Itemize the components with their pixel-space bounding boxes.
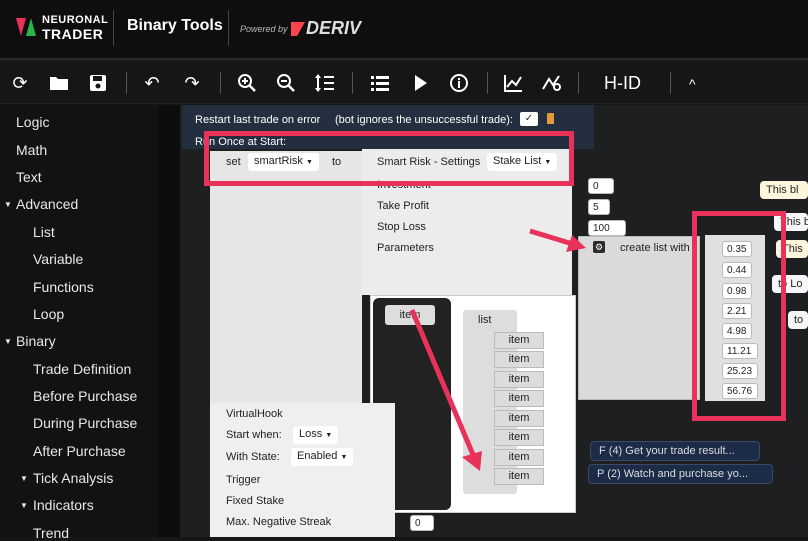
toolbar-divider	[487, 72, 488, 94]
zoom-out-icon[interactable]	[275, 72, 297, 94]
open-folder-icon[interactable]	[48, 72, 70, 94]
block-categories-sidebar: Logic Math Text ▼ Advanced List Variable…	[0, 105, 158, 541]
app-header: NEURONAL TRADER Binary Tools Powered by …	[0, 0, 808, 60]
header-divider	[228, 10, 229, 46]
sidebar-item-binary[interactable]: Binary	[16, 333, 56, 349]
deriv-label: DERIV	[306, 18, 362, 38]
sidebar-item-tick-analysis[interactable]: Tick Analysis	[33, 470, 113, 486]
toolbar-divider	[670, 72, 671, 94]
sort-icon[interactable]	[314, 72, 336, 94]
deriv-logo-icon	[291, 22, 305, 36]
annotation-arrows	[409, 228, 586, 471]
collapse-arrow-icon[interactable]: ▼	[20, 501, 28, 510]
brand-line1: NEURONAL	[42, 14, 109, 26]
h-id-button[interactable]: H-ID	[604, 73, 641, 94]
sidebar-item-loop[interactable]: Loop	[33, 306, 64, 322]
redo-icon[interactable]: ↷	[181, 72, 203, 94]
toolbar: ⟳ ↶ ↷ H-ID ^	[0, 62, 808, 104]
collapse-arrow-icon[interactable]: ▼	[4, 337, 12, 346]
toolbar-divider	[352, 72, 353, 94]
reset-icon[interactable]: ⟳	[9, 72, 31, 94]
sidebar-scrollbar[interactable]	[158, 105, 180, 537]
logo-mark-icon	[16, 18, 36, 36]
sidebar-item-before-purchase[interactable]: Before Purchase	[33, 388, 137, 404]
collapse-toolbar-button[interactable]: ^	[689, 76, 696, 92]
toolbar-divider	[126, 72, 127, 94]
sidebar-item-list[interactable]: List	[33, 224, 55, 240]
sidebar-item-variable[interactable]: Variable	[33, 251, 83, 267]
header-divider	[113, 10, 114, 46]
sidebar-item-math[interactable]: Math	[16, 142, 47, 158]
sidebar-item-functions[interactable]: Functions	[33, 279, 94, 295]
sidebar-item-indicators[interactable]: Indicators	[33, 497, 94, 513]
zoom-in-icon[interactable]	[236, 72, 258, 94]
chart-icon[interactable]	[502, 72, 524, 94]
sidebar-item-after-purchase[interactable]: After Purchase	[33, 443, 126, 459]
play-icon[interactable]	[409, 72, 431, 94]
undo-icon[interactable]: ↶	[141, 72, 163, 94]
sidebar-item-text[interactable]: Text	[16, 169, 42, 185]
sidebar-item-during-purchase[interactable]: During Purchase	[33, 415, 137, 431]
toolbar-divider	[220, 72, 221, 94]
collapse-arrow-icon[interactable]: ▼	[20, 474, 28, 483]
powered-by-label: Powered by	[240, 24, 288, 34]
sidebar-item-logic[interactable]: Logic	[16, 114, 49, 130]
sidebar-item-advanced[interactable]: Advanced	[16, 196, 78, 212]
save-icon[interactable]	[87, 72, 109, 94]
collapse-arrow-icon[interactable]: ▼	[4, 200, 12, 209]
brand-line2: TRADER	[42, 26, 104, 42]
summary-list-icon[interactable]	[369, 72, 391, 94]
sidebar-item-trend[interactable]: Trend	[33, 525, 69, 541]
app-title: Binary Tools	[127, 17, 223, 34]
toolbar-divider	[578, 72, 579, 94]
indicators-icon[interactable]	[541, 72, 563, 94]
sidebar-item-trade-definition[interactable]: Trade Definition	[33, 361, 131, 377]
blockly-workspace[interactable]: Restart last trade on error (bot ignores…	[180, 105, 808, 537]
info-icon[interactable]	[448, 72, 470, 94]
